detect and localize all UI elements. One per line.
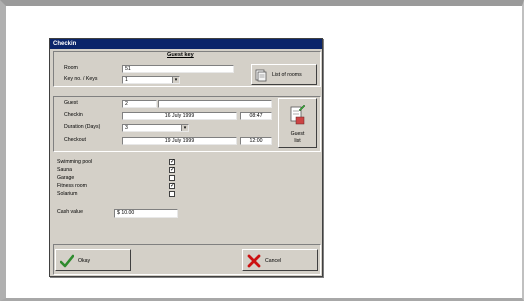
- facility-checkbox-sauna[interactable]: ✓: [169, 167, 175, 173]
- cancel-button[interactable]: Cancel: [242, 249, 318, 271]
- facility-label-fitness-room: Fitness room: [57, 183, 87, 189]
- facility-checkbox-garage[interactable]: [169, 175, 175, 181]
- facility-label-garage: Garage: [57, 175, 75, 181]
- section-title: Guest key: [167, 52, 194, 58]
- keyno-label: Key no. / Keys: [64, 76, 98, 82]
- rooms-list-icon: [255, 69, 267, 82]
- cancel-label: Cancel: [265, 258, 282, 264]
- guest-field[interactable]: 2: [122, 100, 157, 108]
- chevron-down-icon[interactable]: ▾: [172, 77, 179, 83]
- guest-list-label-1: Guest: [290, 131, 305, 137]
- dialog-title: Checkin: [50, 39, 322, 49]
- checkin-dialog: Checkin Guest key Room 51 Key no. / Keys…: [49, 38, 323, 277]
- checkout-label: Checkout: [64, 137, 86, 143]
- checkin-date-field[interactable]: 16 July 1999: [122, 112, 237, 120]
- duration-select[interactable]: 3 ▾: [122, 124, 189, 132]
- cash-value-label: Cash value: [57, 209, 83, 215]
- list-of-rooms-label: List of rooms: [272, 72, 302, 78]
- facility-checkbox-solarium[interactable]: [169, 191, 175, 197]
- guest-label: Guest: [64, 100, 78, 106]
- duration-label: Duration (Days): [64, 124, 101, 130]
- guest-list-button[interactable]: Guest list: [278, 98, 317, 148]
- guest-list-icon: [290, 104, 306, 125]
- list-of-rooms-button[interactable]: List of rooms: [251, 64, 317, 85]
- keyno-select[interactable]: 1 ▾: [122, 76, 180, 84]
- chevron-down-icon[interactable]: ▾: [181, 125, 188, 131]
- facility-checkbox-swimming-pool[interactable]: ✓: [169, 159, 175, 165]
- cancel-x-icon: [247, 254, 261, 268]
- facility-label-sauna: Sauna: [57, 167, 73, 173]
- cash-value-field[interactable]: $ 10.00: [114, 209, 178, 218]
- facility-label-solarium: Solarium: [57, 191, 78, 197]
- keyno-value: 1: [125, 77, 128, 83]
- okay-button[interactable]: Okay: [55, 249, 131, 271]
- facility-checkbox-fitness-room[interactable]: ✓: [169, 183, 175, 189]
- duration-value: 3: [125, 125, 128, 131]
- okay-label: Okay: [78, 258, 91, 264]
- room-field[interactable]: 51: [122, 65, 234, 73]
- room-label: Room: [64, 65, 78, 71]
- checkout-time-field[interactable]: 12:00: [240, 137, 272, 145]
- checkin-label: Checkin: [64, 112, 83, 118]
- guest-list-label-2: list: [294, 138, 301, 144]
- checkmark-icon: [60, 254, 74, 268]
- checkout-date-field[interactable]: 19 July 1999: [122, 137, 237, 145]
- checkin-time-field[interactable]: 08:47: [240, 112, 272, 120]
- guest-name-field[interactable]: [158, 100, 272, 108]
- facility-label-swimming-pool: Swimming pool: [57, 159, 93, 165]
